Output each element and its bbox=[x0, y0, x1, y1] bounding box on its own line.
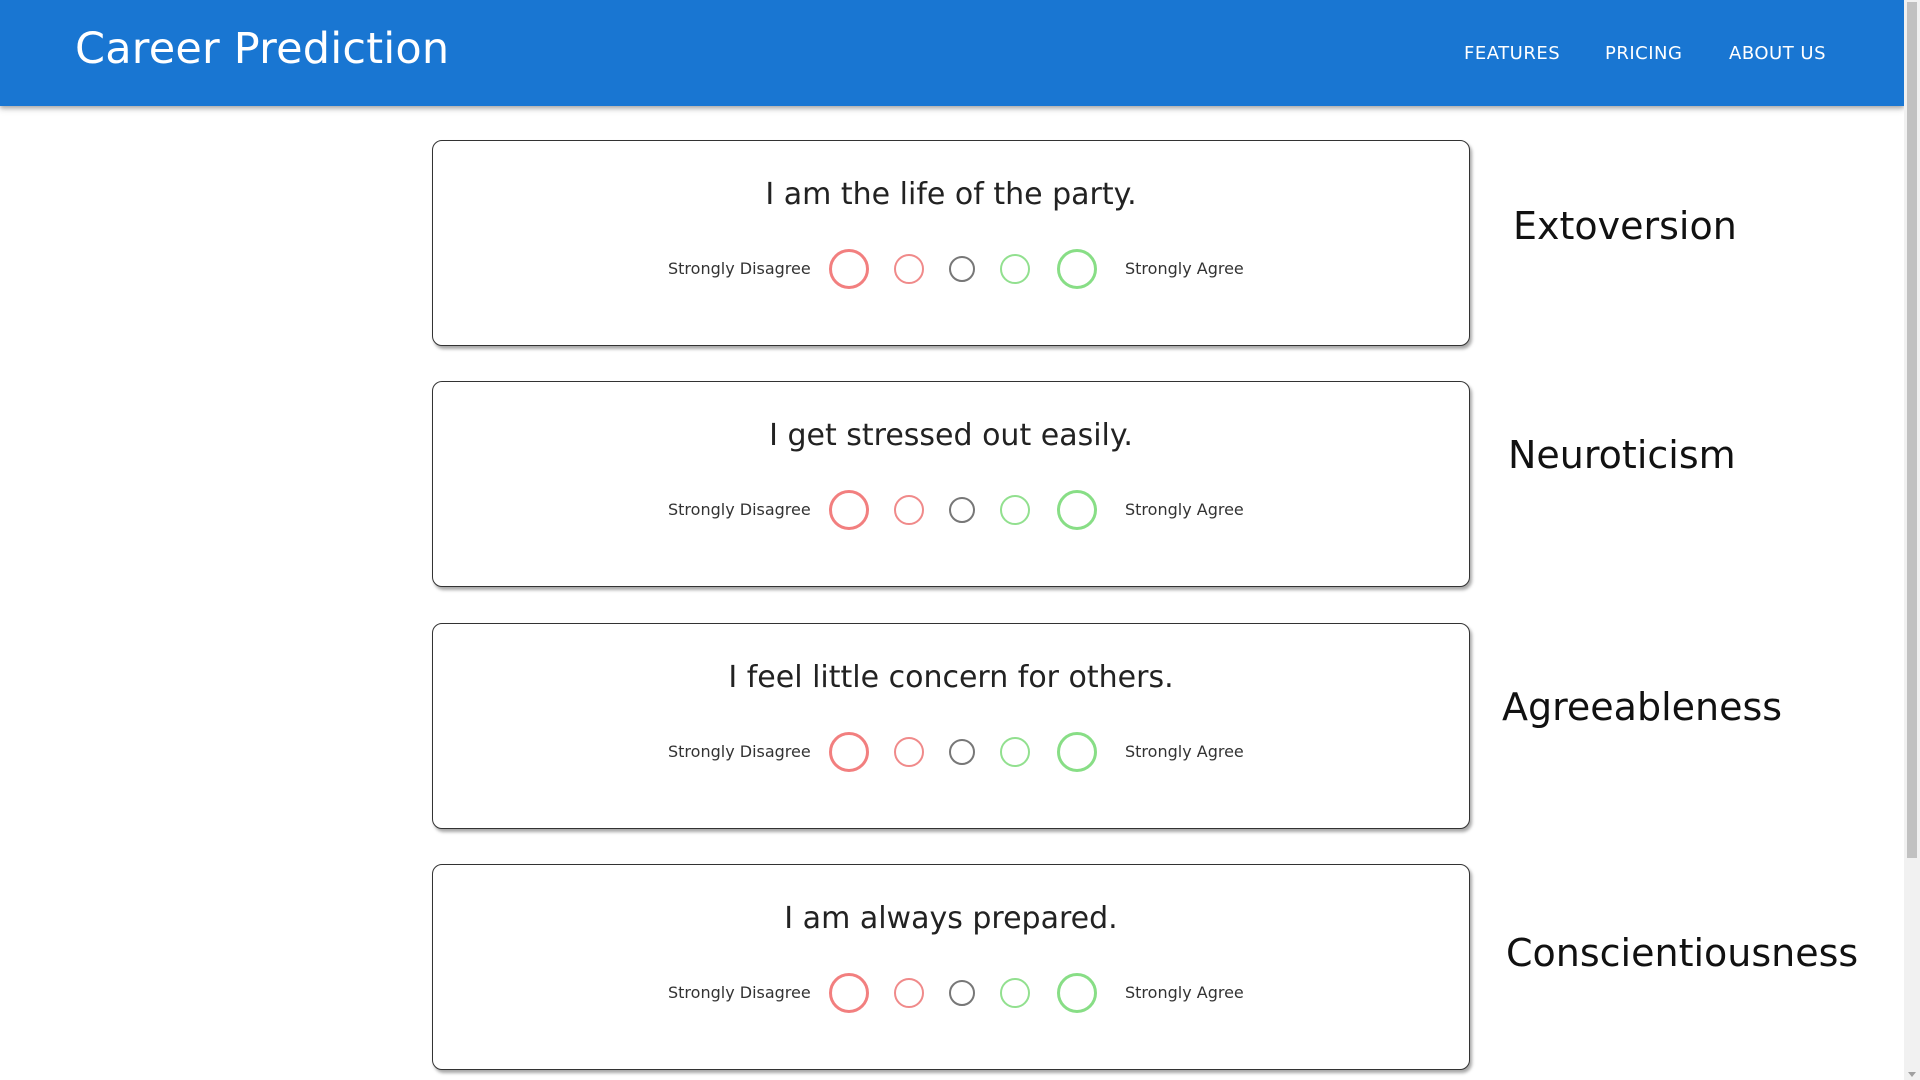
likert-scale: Strongly Disagree Strongly Agree bbox=[433, 730, 1469, 774]
option-agree[interactable] bbox=[1000, 737, 1030, 767]
scroll-down-arrow-icon[interactable] bbox=[1908, 1072, 1916, 1077]
likert-scale: Strongly Disagree Strongly Agree bbox=[433, 488, 1469, 532]
nav-features[interactable]: FEATURES bbox=[1464, 0, 1560, 106]
likert-scale: Strongly Disagree Strongly Agree bbox=[433, 247, 1469, 291]
question-text: I am the life of the party. bbox=[765, 177, 1137, 212]
option-strongly-agree[interactable] bbox=[1057, 490, 1097, 530]
question-card: I feel little concern for others. Strong… bbox=[432, 623, 1470, 829]
trait-label: Conscientiousness bbox=[1506, 931, 1859, 975]
option-strongly-disagree[interactable] bbox=[829, 732, 869, 772]
question-text: I am always prepared. bbox=[784, 901, 1118, 936]
question-text: I feel little concern for others. bbox=[728, 660, 1174, 695]
vertical-scrollbar[interactable] bbox=[1904, 0, 1920, 1080]
nav-about-us[interactable]: ABOUT US bbox=[1729, 0, 1826, 106]
app-title[interactable]: Career Prediction bbox=[75, 24, 449, 74]
strongly-disagree-label: Strongly Disagree bbox=[668, 259, 811, 278]
option-neutral[interactable] bbox=[949, 497, 975, 523]
option-disagree[interactable] bbox=[894, 978, 924, 1008]
option-agree[interactable] bbox=[1000, 254, 1030, 284]
strongly-disagree-label: Strongly Disagree bbox=[668, 500, 811, 519]
trait-label: Extoversion bbox=[1513, 204, 1737, 248]
option-strongly-agree[interactable] bbox=[1057, 249, 1097, 289]
strongly-disagree-label: Strongly Disagree bbox=[668, 742, 811, 761]
strongly-disagree-label: Strongly Disagree bbox=[668, 983, 811, 1002]
option-strongly-agree[interactable] bbox=[1057, 973, 1097, 1013]
option-neutral[interactable] bbox=[949, 980, 975, 1006]
option-disagree[interactable] bbox=[894, 737, 924, 767]
option-neutral[interactable] bbox=[949, 256, 975, 282]
question-text: I get stressed out easily. bbox=[769, 418, 1133, 453]
option-agree[interactable] bbox=[1000, 495, 1030, 525]
strongly-agree-label: Strongly Agree bbox=[1125, 983, 1244, 1002]
option-strongly-disagree[interactable] bbox=[829, 973, 869, 1013]
question-card: I am always prepared. Strongly Disagree … bbox=[432, 864, 1470, 1070]
likert-scale: Strongly Disagree Strongly Agree bbox=[433, 971, 1469, 1015]
app-bar: Career Prediction FEATURES PRICING ABOUT… bbox=[0, 0, 1904, 106]
question-card: I get stressed out easily. Strongly Disa… bbox=[432, 381, 1470, 587]
strongly-agree-label: Strongly Agree bbox=[1125, 259, 1244, 278]
nav-pricing[interactable]: PRICING bbox=[1605, 0, 1682, 106]
option-disagree[interactable] bbox=[894, 495, 924, 525]
option-disagree[interactable] bbox=[894, 254, 924, 284]
option-agree[interactable] bbox=[1000, 978, 1030, 1008]
strongly-agree-label: Strongly Agree bbox=[1125, 500, 1244, 519]
strongly-agree-label: Strongly Agree bbox=[1125, 742, 1244, 761]
trait-label: Neuroticism bbox=[1508, 433, 1736, 477]
trait-label: Agreeableness bbox=[1502, 685, 1783, 729]
option-neutral[interactable] bbox=[949, 739, 975, 765]
option-strongly-disagree[interactable] bbox=[829, 249, 869, 289]
option-strongly-disagree[interactable] bbox=[829, 490, 869, 530]
question-card: I am the life of the party. Strongly Dis… bbox=[432, 140, 1470, 346]
scrollbar-thumb[interactable] bbox=[1907, 2, 1917, 858]
option-strongly-agree[interactable] bbox=[1057, 732, 1097, 772]
